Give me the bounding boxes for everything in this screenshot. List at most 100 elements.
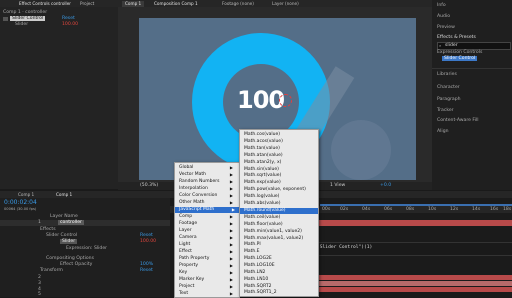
compositing-options[interactable]: Compositing Options (46, 256, 94, 261)
panel-info[interactable]: Info (437, 3, 446, 8)
work-area-bar[interactable] (320, 204, 512, 206)
transform-reset[interactable]: Reset (140, 268, 153, 273)
effects-category[interactable]: Expression Controls (437, 50, 482, 55)
panel-libraries[interactable]: Libraries (437, 72, 457, 77)
menu-item-text[interactable]: Text ▶ (179, 291, 237, 297)
menu-item-interpolation[interactable]: Interpolation ▶ (179, 186, 237, 192)
track-bar-1[interactable] (310, 220, 512, 226)
panel-align[interactable]: Align (437, 129, 449, 134)
submenu-item[interactable]: Math.E (244, 249, 316, 255)
layer-number: 1 (38, 220, 41, 225)
menu-item-path-property[interactable]: Path Property ▶ (179, 256, 237, 262)
submenu-item[interactable]: Math.tan(value) (244, 146, 316, 152)
submenu-item[interactable]: Math.SQRT1_2 (244, 290, 316, 296)
slider-control-prop[interactable]: Slider Control (46, 233, 77, 238)
menu-item-camera[interactable]: Camera ▶ (179, 235, 237, 241)
submenu-item[interactable]: Math.LOG10E (244, 263, 316, 269)
effects-result-slider-control[interactable]: Slider Control (442, 56, 478, 61)
submenu-arrow-icon: ▶ (229, 179, 233, 184)
submenu-item[interactable]: Math.min(value1, value2) (244, 229, 316, 235)
track-bar-3[interactable] (310, 281, 512, 286)
submenu-item[interactable]: Math.sqrt(value) (244, 173, 316, 179)
slider-value[interactable]: 100.00 (62, 22, 78, 27)
layer-row-5[interactable]: 5 (38, 292, 41, 297)
submenu-arrow-icon: ▶ (229, 242, 233, 247)
submenu-item[interactable]: Math.exp(value) (244, 180, 316, 186)
submenu-item[interactable]: Math.atan(value) (244, 153, 316, 159)
panel-content-aware-fill[interactable]: Content-Aware Fill (437, 118, 479, 123)
ruler-tick: 14s (472, 207, 481, 212)
submenu-item[interactable]: Math.LN10 (244, 277, 316, 283)
menu-item-project[interactable]: Project ▶ (179, 284, 237, 290)
menu-item-layer[interactable]: Layer ▶ (179, 228, 237, 234)
menu-item-vector-math[interactable]: Vector Math ▶ (179, 172, 237, 178)
view-layout[interactable]: 1 View (330, 183, 345, 188)
menu-item-key[interactable]: Key ▶ (179, 270, 237, 276)
ruler-tick: 18s (503, 207, 512, 212)
submenu-item[interactable]: Math.LN2 (244, 270, 316, 276)
menu-item-other-math[interactable]: Other Math ▶ (179, 200, 237, 206)
menu-item-marker-key[interactable]: Marker Key ▶ (179, 277, 237, 283)
submenu-item[interactable]: Math.max(value1, value2) (244, 236, 316, 242)
submenu-item[interactable]: Math.atan2(y, x) (244, 160, 316, 166)
slider-label: Slider (15, 22, 29, 27)
layer-row-2[interactable]: 2 (38, 275, 41, 280)
submenu-item[interactable]: Math.LOG2E (244, 256, 316, 262)
panel-effects-presets[interactable]: Effects & Presets (437, 35, 476, 40)
submenu-item-math-round[interactable]: Math.round(value) (240, 207, 318, 214)
submenu-item[interactable]: Math.sin(value) (244, 167, 316, 173)
slider-prop[interactable]: Slider (60, 239, 78, 244)
menu-item-footage[interactable]: Footage ▶ (179, 221, 237, 227)
submenu-item[interactable]: Math.log(value) (244, 194, 316, 200)
fx-name[interactable]: Slider Control (10, 16, 46, 21)
panel-preview[interactable]: Preview (437, 25, 455, 30)
effect-opacity[interactable]: Effect Opacity (60, 262, 92, 267)
submenu-arrow-icon: ▶ (229, 291, 233, 296)
submenu-item[interactable]: Math.PI (244, 242, 316, 248)
menu-item-javascript-math[interactable]: JavaScript Math ▶ (175, 207, 239, 213)
layer-row-1[interactable]: 1 controller (0, 220, 170, 226)
submenu-arrow-icon: ▶ (229, 270, 233, 275)
submenu-item[interactable]: Math.acos(value) (244, 139, 316, 145)
panel-audio[interactable]: Audio (437, 14, 450, 19)
transform-group[interactable]: Transform (40, 268, 63, 273)
layer-name: controller (58, 220, 84, 225)
track-bar-4[interactable] (310, 287, 512, 292)
slider-prop-value[interactable]: 100.00 (140, 239, 156, 244)
effects-search-input[interactable]: ⌕ slider (437, 42, 511, 50)
exposure-offset[interactable]: +0.0 (380, 183, 391, 188)
track-bar-2[interactable] (310, 275, 512, 280)
submenu-arrow-icon: ▶ (229, 228, 233, 233)
menu-item-comp[interactable]: Comp ▶ (179, 214, 237, 220)
ruler-tick: 10s (428, 207, 437, 212)
submenu-item[interactable]: Math.pow(value, exponent) (244, 187, 316, 193)
submenu-item[interactable]: Math.abs(value) (244, 201, 316, 207)
search-icon: ⌕ (439, 43, 442, 48)
effect-opacity-value[interactable]: 100% (140, 262, 153, 267)
menu-item-random-numbers[interactable]: Random Numbers ▶ (179, 179, 237, 185)
panel-character[interactable]: Character (437, 85, 460, 90)
menu-item-property[interactable]: Property ▶ (179, 263, 237, 269)
ruler-tick: 12s (450, 207, 459, 212)
menu-item-effect[interactable]: Effect ▶ (179, 249, 237, 255)
menu-item-color-conversion[interactable]: Color Conversion ▶ (179, 193, 237, 199)
anchor-point-handle[interactable] (279, 94, 292, 107)
submenu-arrow-icon: ▶ (231, 207, 235, 212)
submenu-item[interactable]: Math.ceil(value) (244, 215, 316, 221)
submenu-arrow-icon: ▶ (229, 263, 233, 268)
submenu-arrow-icon: ▶ (229, 172, 233, 177)
effects-group[interactable]: Effects (40, 227, 56, 232)
comp-path: Comp 1 · controller (3, 10, 48, 15)
menu-item-global[interactable]: Global ▶ (179, 165, 237, 171)
menu-item-light[interactable]: Light ▶ (179, 242, 237, 248)
slider-control-reset[interactable]: Reset (140, 233, 153, 238)
zoom-level[interactable]: (50.3%) (140, 183, 158, 188)
submenu-item[interactable]: Math.floor(value) (244, 222, 316, 228)
panel-paragraph[interactable]: Paragraph (437, 97, 461, 102)
timecode[interactable]: 0:00:02:04 (4, 200, 37, 206)
layer-row-3[interactable]: 3 (38, 281, 41, 286)
panel-tracker[interactable]: Tracker (437, 108, 454, 113)
expression-field[interactable]: "Slider Control")(1) (310, 242, 512, 256)
submenu-item[interactable]: Math.cos(value) (244, 132, 316, 138)
fx-reset-link[interactable]: Reset (62, 16, 75, 21)
